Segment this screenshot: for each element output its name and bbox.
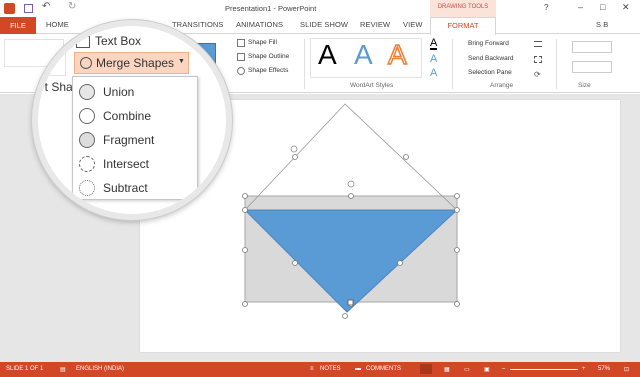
language-indicator[interactable]: ENGLISH (INDIA) (76, 366, 124, 372)
menu-item-union[interactable]: Union (79, 81, 134, 103)
spellcheck-icon[interactable]: ▤ (60, 366, 66, 373)
rotate-handle-triangle-icon (290, 145, 298, 153)
menu-item-label: Intersect (103, 157, 150, 171)
text-box-icon (76, 36, 90, 48)
comments-icon: ▬ (355, 366, 361, 372)
reading-view-icon[interactable]: ▭ (464, 366, 470, 373)
zoom-out-icon[interactable]: – (502, 366, 505, 372)
merge-shapes-label: Merge Shapes (96, 56, 175, 70)
zoom-level[interactable]: 57% (598, 366, 610, 372)
menu-item-label: Combine (103, 109, 152, 123)
menu-item-fragment[interactable]: Fragment (79, 129, 154, 151)
notes-button[interactable]: NOTES (320, 366, 341, 372)
menu-item-label: Subtract (103, 181, 148, 195)
selected-point-marker (347, 299, 354, 306)
menu-item-label: Union (103, 85, 135, 99)
slide-sorter-icon[interactable]: ▦ (444, 366, 450, 373)
slideshow-icon[interactable]: ▣ (484, 366, 490, 373)
merge-shapes-icon (80, 57, 92, 69)
status-bar: SLIDE 1 OF 1 ▤ ENGLISH (INDIA) ≡ NOTES ▬… (0, 362, 640, 377)
menu-item-subtract[interactable]: Subtract (79, 177, 148, 199)
text-box-button[interactable]: Text Box (95, 34, 141, 48)
rotate-handle-icon (347, 180, 355, 188)
union-icon (79, 84, 95, 100)
chevron-down-icon: ▼ (178, 58, 185, 65)
slide-count: SLIDE 1 OF 1 (6, 366, 44, 372)
intersect-icon (79, 156, 95, 172)
insert-shapes-label: sert Sha (32, 80, 73, 94)
zoom-in-icon[interactable]: + (582, 366, 586, 372)
menu-item-label: Fragment (103, 133, 155, 147)
comments-button[interactable]: COMMENTS (366, 366, 401, 372)
fit-slide-icon[interactable]: ⊡ (624, 366, 629, 373)
fragment-icon (79, 132, 95, 148)
notes-icon: ≡ (310, 366, 314, 372)
magnifier-lens: Text Box Merge Shapes ▼ sert Sha Union C… (32, 20, 232, 220)
menu-item-intersect[interactable]: Intersect (79, 153, 149, 175)
zoom-slider[interactable] (510, 369, 578, 370)
magnifier-gallery (38, 26, 66, 76)
menu-item-combine[interactable]: Combine (79, 105, 151, 127)
combine-icon (79, 108, 95, 124)
normal-view-icon[interactable] (420, 364, 432, 374)
merge-shapes-menu: Union Combine Fragment Intersect Subtrac… (72, 76, 198, 200)
subtract-icon (79, 180, 95, 196)
